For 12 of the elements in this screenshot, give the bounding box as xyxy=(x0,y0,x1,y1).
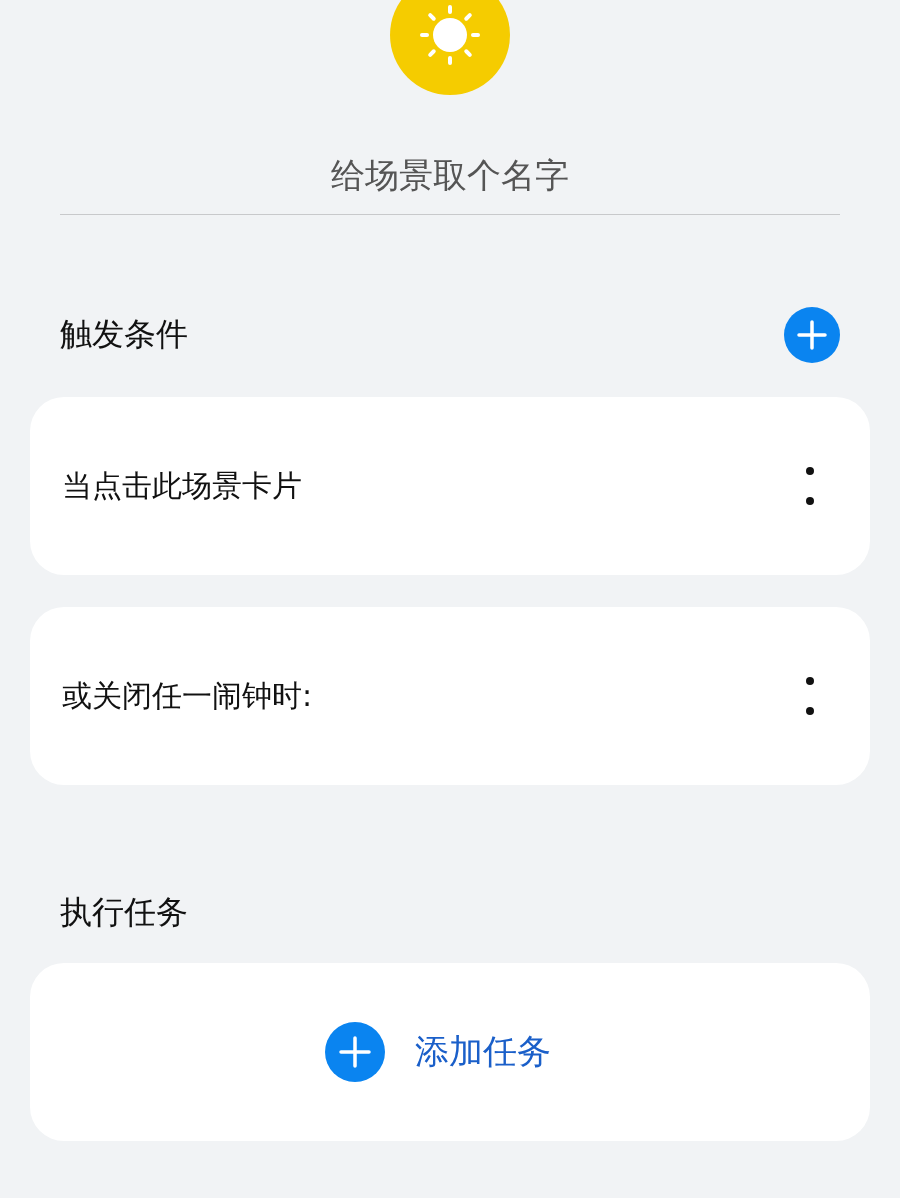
section-title: 执行任务 xyxy=(60,892,188,933)
add-icon xyxy=(325,1022,385,1082)
condition-card[interactable]: 或关闭任一闹钟时: xyxy=(30,607,870,785)
section-title: 触发条件 xyxy=(60,314,188,355)
add-task-button[interactable]: 添加任务 xyxy=(325,1022,551,1082)
condition-label: 或关闭任一闹钟时: xyxy=(62,676,313,715)
add-icon[interactable] xyxy=(784,307,840,363)
condition-card[interactable]: 当点击此场景卡片 xyxy=(30,397,870,575)
name-field[interactable]: 给场景取个名字 xyxy=(60,135,840,215)
condition-label: 当点击此场景卡片 xyxy=(62,466,302,505)
more-icon[interactable] xyxy=(806,467,814,505)
more-icon[interactable] xyxy=(806,677,814,715)
